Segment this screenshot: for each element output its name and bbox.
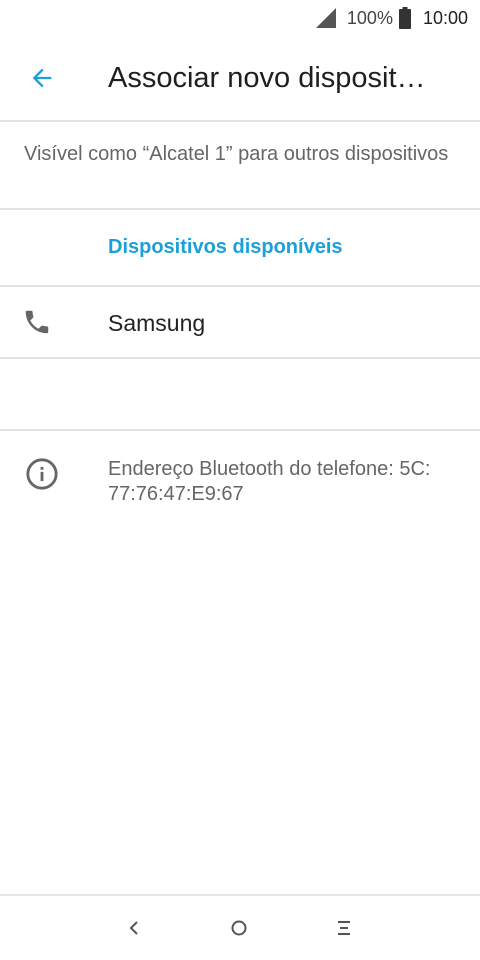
- back-button[interactable]: [12, 48, 72, 108]
- battery-full-icon: [398, 7, 411, 29]
- nav-back-button[interactable]: [114, 910, 154, 946]
- available-devices-header: Dispositivos disponíveis: [0, 210, 480, 287]
- navigation-bar: [0, 894, 480, 960]
- battery-percent: 100%: [346, 7, 393, 28]
- nav-recent-icon: [338, 921, 350, 935]
- empty-row: [0, 359, 480, 431]
- nav-back-icon: [129, 921, 138, 935]
- nav-home-button[interactable]: [219, 910, 259, 946]
- status-bar: 100% 10:00: [0, 0, 480, 36]
- nav-home-icon: [231, 920, 247, 936]
- device-list-item[interactable]: Samsung: [0, 287, 480, 359]
- device-name: Samsung: [108, 310, 206, 336]
- arrow-back-icon: [32, 68, 52, 88]
- nav-recent-button[interactable]: [324, 910, 364, 946]
- info-icon: [26, 458, 58, 490]
- screen: 100% 10:00 Associar novo disposit… Visív…: [0, 0, 480, 960]
- status-clock: 10:00: [422, 7, 468, 28]
- phone-icon: [25, 310, 49, 334]
- app-bar: Associar novo disposit…: [0, 36, 480, 122]
- page-title: Associar novo disposit…: [108, 61, 426, 94]
- visibility-text: Visível como “Alcatel 1” para outros dis…: [0, 122, 480, 210]
- bluetooth-address-info: Endereço Bluetooth do telefone: 5C: 77:7…: [0, 431, 480, 531]
- cell-signal-icon: [315, 8, 336, 28]
- bluetooth-address-text: Endereço Bluetooth do telefone: 5C: 77:7…: [108, 458, 431, 505]
